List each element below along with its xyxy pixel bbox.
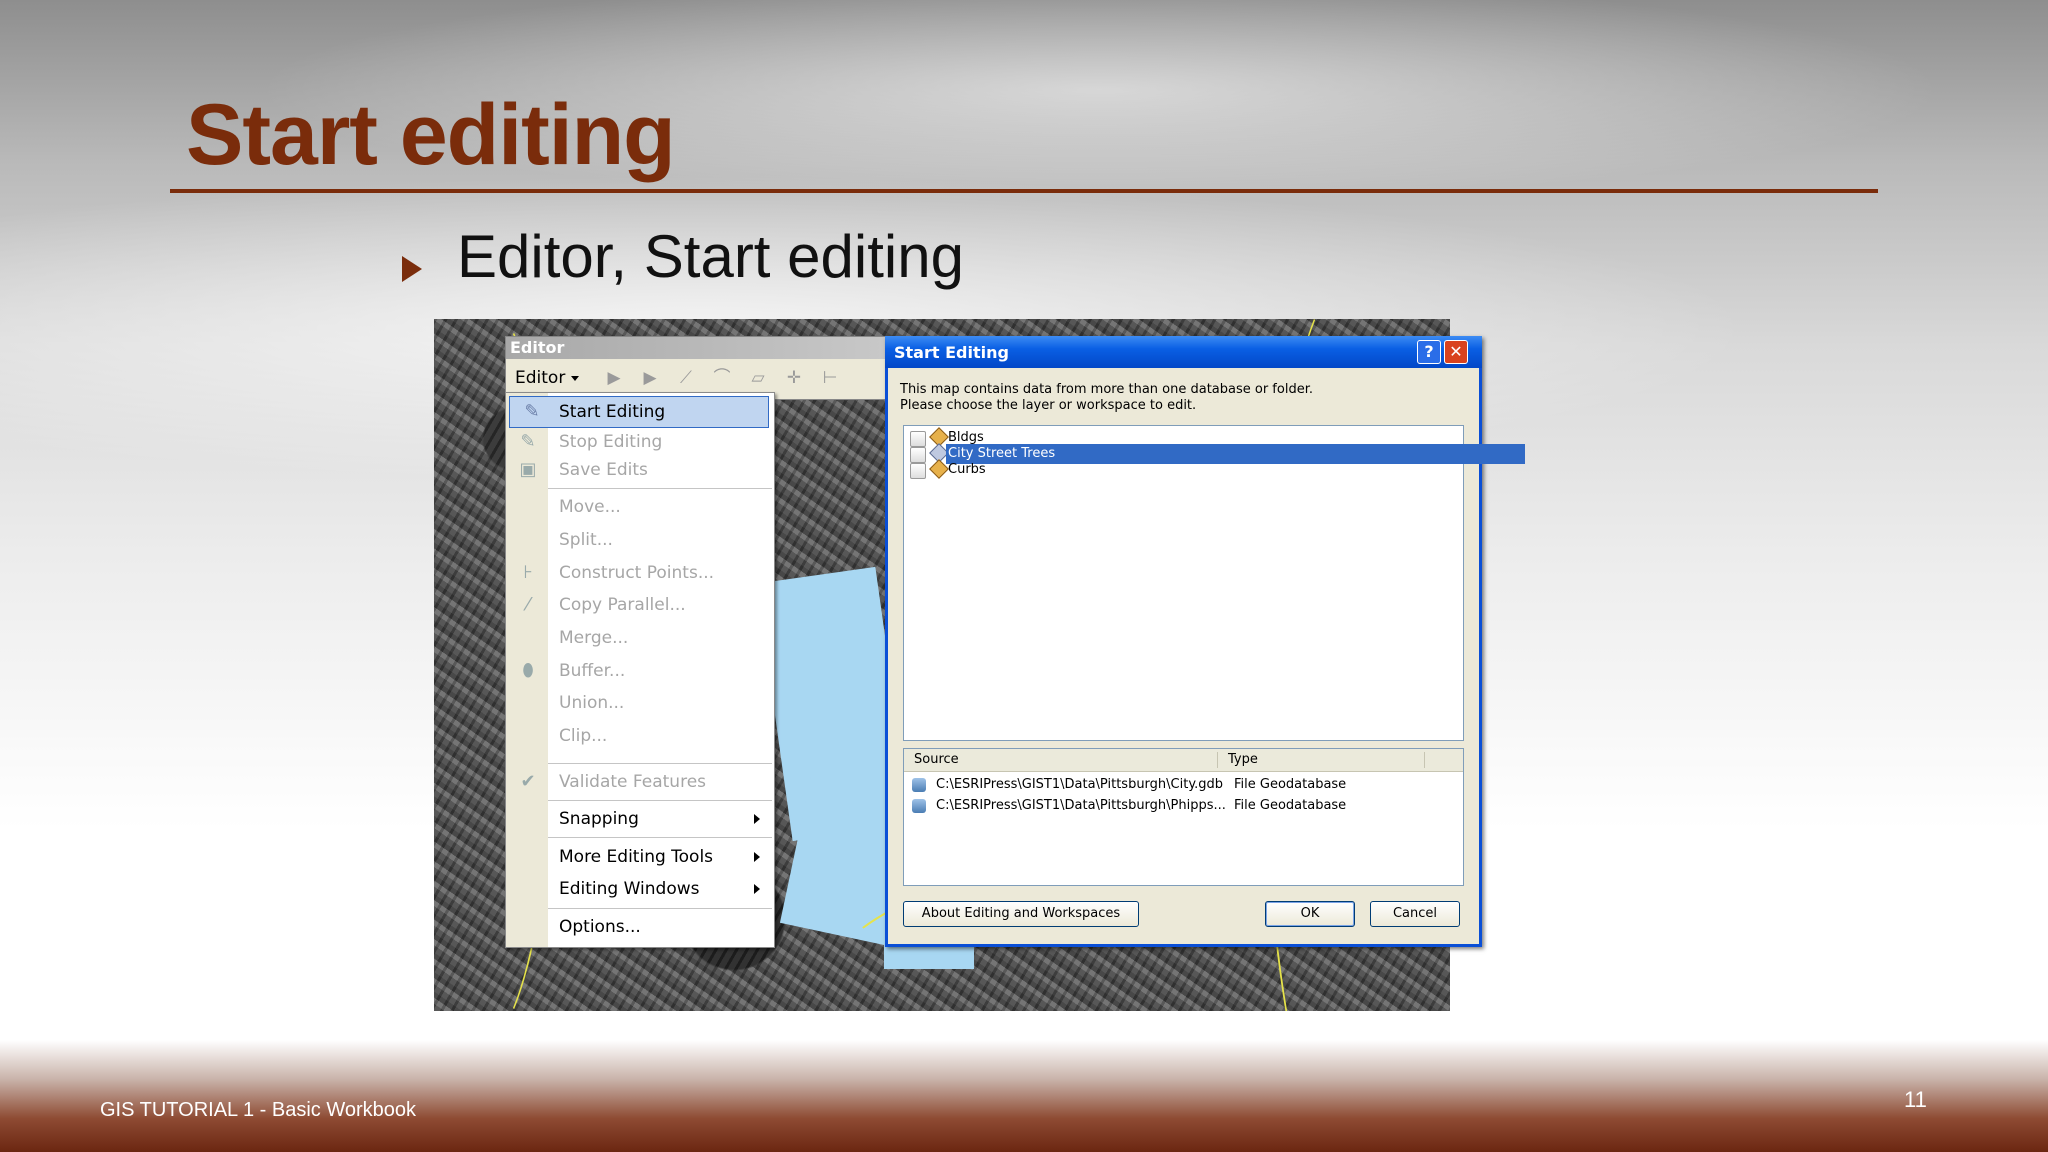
ok-button[interactable]: OK [1265, 901, 1355, 927]
menu-item-save-edits[interactable]: ▣ Save Edits [506, 455, 774, 485]
submenu-arrow-icon [754, 852, 760, 862]
menu-item-label: Options... [559, 917, 641, 937]
menu-item-options[interactable]: Options... [506, 912, 774, 942]
source-type: File Geodatabase [1234, 798, 1347, 813]
type-column-header[interactable]: Type [1228, 749, 1258, 771]
menu-item-editing-windows[interactable]: Editing Windows [506, 874, 774, 904]
toolbar-icons: ▶ ▶ ⟋ ⌒ ▱ ✛ ⊢ [601, 367, 843, 389]
menu-item-label: Split... [559, 530, 613, 550]
menu-separator [548, 837, 772, 838]
about-editing-button[interactable]: About Editing and Workspaces [903, 901, 1139, 927]
menu-item-split[interactable]: Split... [506, 525, 774, 555]
submenu-arrow-icon [754, 814, 760, 824]
dialog-message: This map contains data from more than on… [900, 382, 1313, 414]
dialog-message-line: This map contains data from more than on… [900, 382, 1313, 397]
footer-text: GIS TUTORIAL 1 - Basic Workbook [100, 1099, 417, 1121]
geodatabase-icon [912, 778, 926, 792]
menu-item-label: Move... [559, 497, 621, 517]
menu-item-start-editing[interactable]: ✎ Start Editing [509, 396, 769, 428]
chevron-down-icon [571, 375, 580, 381]
dialog-message-line: Please choose the layer or workspace to … [900, 398, 1197, 413]
menu-item-copy-parallel[interactable]: ⁄ Copy Parallel... [506, 590, 774, 620]
menu-item-label: Clip... [559, 726, 608, 746]
menu-item-label: Union... [559, 693, 625, 713]
geodatabase-icon [912, 799, 926, 813]
database-icon [910, 447, 926, 463]
layer-name: Curbs [948, 462, 986, 477]
bullet-arrow-icon [402, 256, 422, 282]
menu-item-label: Editing Windows [559, 879, 700, 899]
submenu-arrow-icon [754, 884, 760, 894]
construction-tools-icon[interactable]: ▱ [745, 367, 771, 389]
slide-title: Start editing [186, 87, 676, 183]
editor-dropdown-menu: ✎ Start Editing ✎ Stop Editing ▣ Save Ed… [505, 392, 775, 948]
editor-menu-button[interactable]: Editor [509, 363, 585, 393]
menu-item-label: Validate Features [559, 772, 707, 792]
editor-toolbar: Editor Editor ▶ ▶ ⟋ ⌒ ▱ ✛ ⊢ [505, 336, 887, 400]
menu-separator [548, 908, 772, 909]
validate-icon: ✔ [520, 771, 536, 792]
close-button[interactable]: ✕ [1444, 340, 1468, 364]
dialog-title: Start Editing [894, 343, 1009, 362]
database-icon [910, 463, 926, 479]
menu-separator [548, 800, 772, 801]
source-path: C:\ESRIPress\GIST1\Data\Pittsburgh\Phipp… [936, 798, 1226, 813]
menu-item-label: Start Editing [559, 402, 666, 422]
menu-separator [548, 763, 772, 764]
menu-item-clip[interactable]: Clip... [506, 721, 774, 751]
menu-item-buffer[interactable]: ⬮ Buffer... [506, 656, 774, 686]
stop-pencil-icon: ✎ [520, 431, 536, 452]
menu-item-label: Snapping [559, 809, 639, 829]
help-button[interactable]: ? [1417, 340, 1441, 364]
page-number: 11 [1904, 1087, 1927, 1112]
column-divider [1217, 752, 1218, 768]
source-list-header: Source Type [904, 749, 1463, 772]
menu-item-snapping[interactable]: Snapping [506, 804, 774, 834]
menu-item-label: Merge... [559, 628, 629, 648]
title-rule [170, 189, 1878, 193]
start-editing-dialog: Start Editing ? ✕ This map contains data… [885, 336, 1526, 947]
footer-band [0, 1040, 2048, 1152]
menu-item-move[interactable]: Move... [506, 492, 774, 522]
trace-icon[interactable]: ⊢ [817, 367, 843, 389]
cancel-button[interactable]: Cancel [1370, 901, 1460, 927]
menu-item-label: Copy Parallel... [559, 595, 686, 615]
editor-toolbar-title: Editor [506, 337, 886, 359]
menu-item-validate-features[interactable]: ✔ Validate Features [506, 767, 774, 797]
source-path: C:\ESRIPress\GIST1\Data\Pittsburgh\City.… [936, 777, 1224, 792]
buffer-icon: ⬮ [522, 660, 534, 681]
midpoint-icon[interactable]: ✛ [781, 367, 807, 389]
layer-list: Bldgs City Street Trees Curbs [903, 425, 1526, 741]
copy-parallel-icon: ⁄ [526, 594, 530, 615]
source-column-header[interactable]: Source [914, 749, 959, 771]
source-type: File Geodatabase [1234, 777, 1347, 792]
save-icon: ▣ [519, 459, 537, 480]
source-list: Source Type C:\ESRIPress\GIST1\Data\Pitt… [903, 748, 1464, 886]
menu-item-union[interactable]: Union... [506, 688, 774, 718]
edit-annotation-tool-icon[interactable]: ▶ [637, 367, 663, 389]
straight-segment-icon[interactable]: ⟋ [673, 367, 699, 389]
pencil-icon: ✎ [524, 401, 540, 422]
menu-item-construct-points[interactable]: ⊦ Construct Points... [506, 558, 774, 588]
menu-item-label: More Editing Tools [559, 847, 714, 867]
arc-segment-icon[interactable]: ⌒ [709, 367, 735, 389]
dialog-title-bar: Start Editing ? ✕ [885, 336, 1482, 368]
menu-separator [548, 488, 772, 489]
edit-tool-icon[interactable]: ▶ [601, 367, 627, 389]
menu-item-label: Buffer... [559, 661, 626, 681]
layer-name: City Street Trees [946, 444, 1526, 464]
construct-points-icon: ⊦ [523, 562, 533, 583]
editor-menu-label: Editor [515, 368, 566, 388]
menu-item-label: Construct Points... [559, 563, 715, 583]
column-divider [1424, 752, 1425, 768]
database-icon [910, 431, 926, 447]
menu-item-merge[interactable]: Merge... [506, 623, 774, 653]
menu-item-more-editing-tools[interactable]: More Editing Tools [506, 842, 774, 872]
menu-item-label: Stop Editing [559, 432, 663, 452]
menu-item-label: Save Edits [559, 460, 648, 480]
bullet-text: Editor, Start editing [457, 223, 964, 290]
menu-item-stop-editing[interactable]: ✎ Stop Editing [506, 427, 774, 457]
